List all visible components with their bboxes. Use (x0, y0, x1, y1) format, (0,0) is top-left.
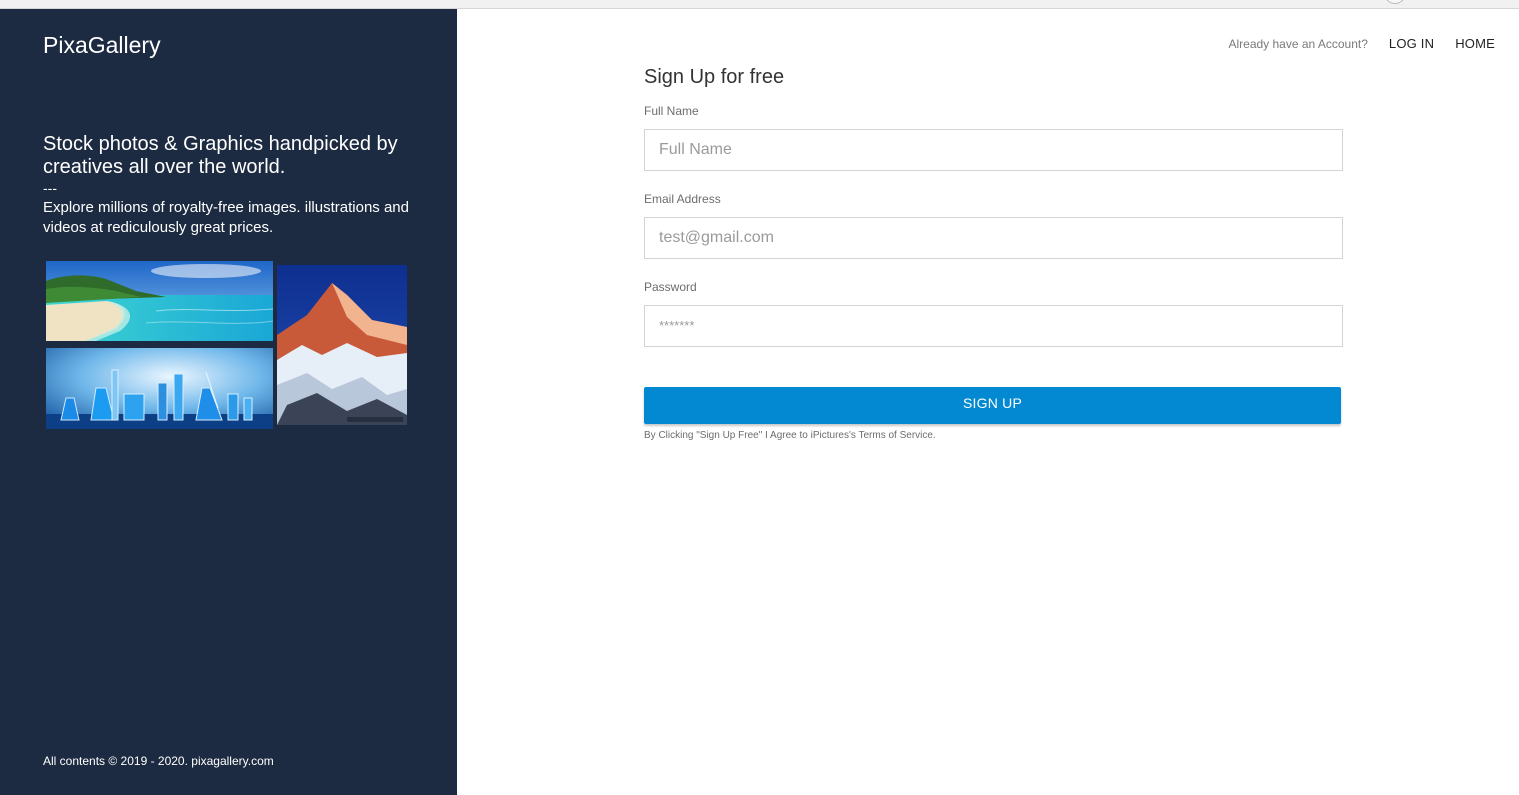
description: Explore millions of royalty-free images.… (43, 199, 409, 236)
brand-logo-text[interactable]: PixaGallery (43, 32, 161, 59)
account-question-text: Already have an Account? (1228, 36, 1368, 51)
password-label: Password (644, 280, 697, 294)
lab-glassware-photo (46, 348, 273, 429)
password-input[interactable] (644, 305, 1343, 347)
copyright-text: All contents © 2019 - 2020. pixagallery.… (43, 754, 274, 768)
browser-control-icon (1384, 0, 1406, 4)
login-link[interactable]: LOG IN (1389, 36, 1434, 51)
email-label: Email Address (644, 192, 721, 206)
email-input[interactable] (644, 217, 1343, 259)
full-name-label: Full Name (644, 104, 699, 118)
mountain-photo (277, 265, 407, 425)
terms-text: By Clicking "Sign Up Free" I Agree to iP… (644, 430, 936, 441)
separator: --- (43, 180, 57, 196)
sign-up-button[interactable]: SIGN UP (644, 387, 1341, 424)
top-nav: Already have an Account? LOG IN HOME (1228, 36, 1495, 51)
home-link[interactable]: HOME (1455, 36, 1495, 51)
browser-top-strip (0, 0, 1519, 9)
signup-form: Sign Up for free Full Name Email Address… (644, 66, 1344, 441)
tagline: Stock photos & Graphics handpicked by cr… (43, 133, 398, 178)
form-title: Sign Up for free (644, 66, 785, 88)
beach-photo (46, 261, 273, 341)
left-panel: PixaGallery Stock photos & Graphics hand… (0, 9, 457, 795)
full-name-input[interactable] (644, 129, 1343, 171)
